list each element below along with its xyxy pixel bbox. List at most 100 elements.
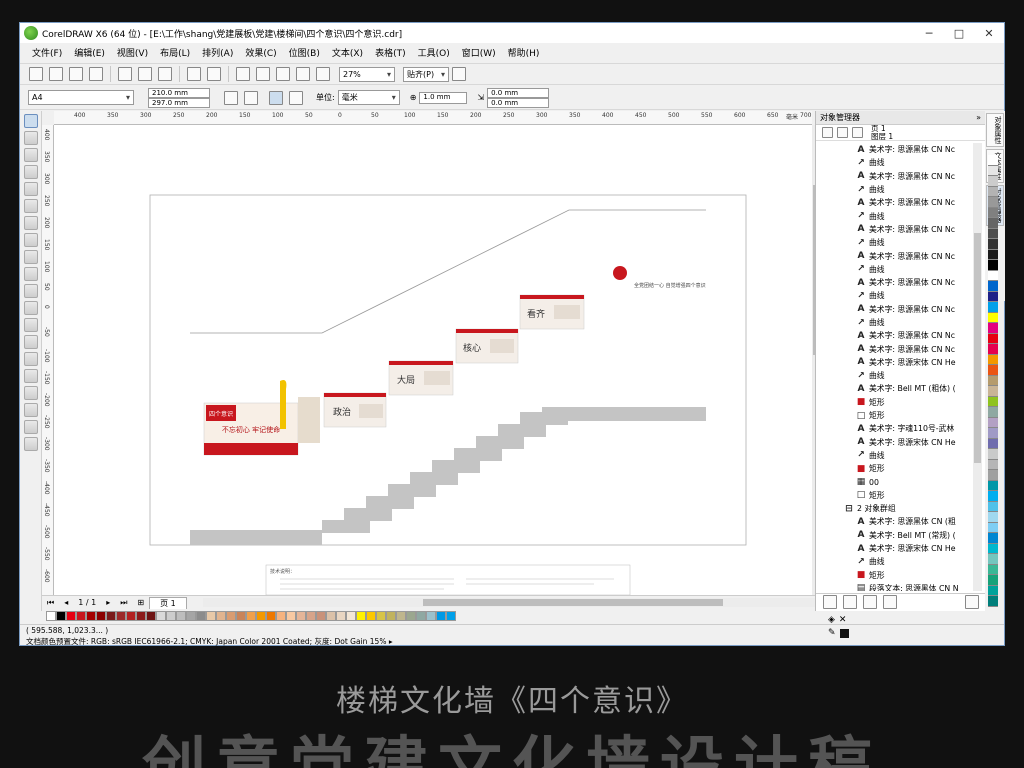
palette-swatch[interactable] [988, 501, 998, 512]
import-icon[interactable] [256, 67, 270, 81]
palette-swatch[interactable] [106, 610, 116, 621]
palette-swatch[interactable] [988, 155, 998, 166]
new-layer-icon[interactable] [823, 594, 837, 609]
object-list-item[interactable]: A 美术字: Bell MT (常规) ( [816, 529, 972, 542]
menu-help[interactable]: 帮助(H) [508, 46, 540, 59]
palette-swatch[interactable] [376, 610, 386, 621]
object-list-item[interactable]: A 美术字: 思源黑体 CN Nc [816, 170, 972, 183]
palette-swatch[interactable] [988, 344, 998, 355]
page-width-field[interactable]: 210.0 mm [148, 87, 210, 98]
palette-swatch[interactable] [988, 480, 998, 491]
palette-swatch[interactable] [426, 610, 436, 621]
crop-tool-icon[interactable] [24, 148, 38, 162]
rectangle-tool-icon[interactable] [24, 216, 38, 230]
outline-tool-icon[interactable] [24, 403, 38, 417]
polygon-tool-icon[interactable] [24, 250, 38, 264]
palette-swatch[interactable] [86, 610, 96, 621]
maximize-button[interactable]: □ [944, 23, 974, 43]
cut-icon[interactable] [118, 67, 132, 81]
object-list-item[interactable]: A 美术字: 思源宋体 CN He [816, 542, 972, 555]
palette-swatch[interactable] [166, 610, 176, 621]
palette-swatch[interactable] [988, 449, 998, 460]
object-list-item[interactable]: ↗ 曲线 [816, 156, 972, 169]
edit-across-layers-icon[interactable] [837, 127, 848, 138]
palette-swatch[interactable] [76, 610, 86, 621]
pick-tool-icon[interactable] [24, 114, 38, 128]
landscape-icon[interactable] [244, 90, 258, 105]
palette-swatch[interactable] [266, 610, 276, 621]
drawing-canvas[interactable]: 四个意识 不忘初心 牢记使命 政治 大局 核心 看齐 全党团结一心 自觉增强四个… [54, 125, 812, 596]
object-list-item[interactable]: ↗ 曲线 [816, 263, 972, 276]
palette-swatch[interactable] [988, 239, 998, 250]
object-list-item[interactable]: A 美术字: 思源黑体 CN Nc [816, 249, 972, 262]
palette-swatch[interactable] [176, 610, 186, 621]
tab-object-properties[interactable]: 对象属性 [986, 113, 1004, 147]
nudge-distance-field[interactable]: 1.0 mm [419, 91, 468, 104]
palette-swatch[interactable] [276, 610, 286, 621]
object-list-item[interactable]: A 美术字: 思源黑体 CN Nc [816, 143, 972, 156]
palette-swatch[interactable] [988, 197, 998, 208]
menu-edit[interactable]: 编辑(E) [74, 46, 105, 59]
paste-icon[interactable] [158, 67, 172, 81]
palette-swatch[interactable] [56, 610, 66, 621]
object-list-scrollbar[interactable] [973, 143, 982, 591]
duplicate-x-field[interactable]: 0.0 mm [487, 87, 550, 98]
new-master-layer-icon[interactable] [843, 594, 857, 609]
connector-tool-icon[interactable] [24, 335, 38, 349]
object-list-item[interactable]: ■ 矩形 [816, 396, 972, 409]
object-list-item[interactable]: ↗ 曲线 [816, 449, 972, 462]
redo-icon[interactable] [207, 67, 221, 81]
new-master-layer-even-icon[interactable] [883, 594, 897, 609]
palette-swatch[interactable] [296, 610, 306, 621]
palette-swatch[interactable] [988, 354, 998, 365]
canvas-horizontal-scrollbar[interactable] [202, 598, 820, 607]
dimension-tool-icon[interactable] [24, 318, 38, 332]
menu-view[interactable]: 视图(V) [117, 46, 148, 59]
new-document-icon[interactable] [29, 67, 43, 81]
menu-file[interactable]: 文件(F) [32, 46, 62, 59]
palette-swatch[interactable] [96, 610, 106, 621]
palette-swatch[interactable] [386, 610, 396, 621]
prev-page-icon[interactable]: ◂ [64, 598, 68, 607]
interactive-fill-tool-icon[interactable] [24, 437, 38, 451]
palette-swatch[interactable] [216, 610, 226, 621]
palette-swatch[interactable] [988, 554, 998, 565]
object-list-item[interactable]: A 美术字: 思源黑体 CN (粗 [816, 515, 972, 528]
palette-swatch[interactable] [988, 281, 998, 292]
zoom-tool-icon[interactable] [24, 165, 38, 179]
palette-swatch[interactable] [988, 312, 998, 323]
palette-swatch[interactable] [436, 610, 446, 621]
palette-swatch[interactable] [988, 323, 998, 334]
menu-arrange[interactable]: 排列(A) [202, 46, 233, 59]
palette-swatch[interactable] [988, 596, 998, 607]
search-content-icon[interactable] [236, 67, 250, 81]
palette-swatch[interactable] [286, 610, 296, 621]
color-palette[interactable] [46, 609, 820, 622]
palette-swatch[interactable] [46, 610, 56, 621]
palette-swatch[interactable] [346, 610, 356, 621]
current-page-icon[interactable] [289, 90, 303, 105]
zoom-select[interactable]: 27% [339, 66, 395, 82]
object-list-item[interactable]: ↗ 曲线 [816, 316, 972, 329]
menu-layout[interactable]: 布局(L) [160, 46, 190, 59]
shape-tool-icon[interactable] [24, 131, 38, 145]
palette-swatch[interactable] [988, 218, 998, 229]
object-list-item[interactable]: A 美术字: 思源黑体 CN Nc [816, 303, 972, 316]
copy-icon[interactable] [138, 67, 152, 81]
object-list-item[interactable]: A 美术字: 思源宋体 CN He [816, 436, 972, 449]
menu-bitmaps[interactable]: 位图(B) [289, 46, 320, 59]
palette-swatch[interactable] [416, 610, 426, 621]
palette-swatch[interactable] [988, 260, 998, 271]
palette-swatch[interactable] [256, 610, 266, 621]
scroll-thumb[interactable] [974, 233, 981, 463]
portrait-icon[interactable] [224, 90, 238, 105]
duplicate-y-field[interactable]: 0.0 mm [487, 97, 550, 108]
palette-swatch[interactable] [988, 543, 998, 554]
palette-swatch[interactable] [988, 470, 998, 481]
palette-swatch[interactable] [988, 291, 998, 302]
page-tab[interactable]: 页 1 [149, 596, 187, 609]
page-height-field[interactable]: 297.0 mm [148, 97, 210, 108]
palette-swatch[interactable] [988, 186, 998, 197]
palette-swatch[interactable] [988, 575, 998, 586]
palette-swatch[interactable] [406, 610, 416, 621]
